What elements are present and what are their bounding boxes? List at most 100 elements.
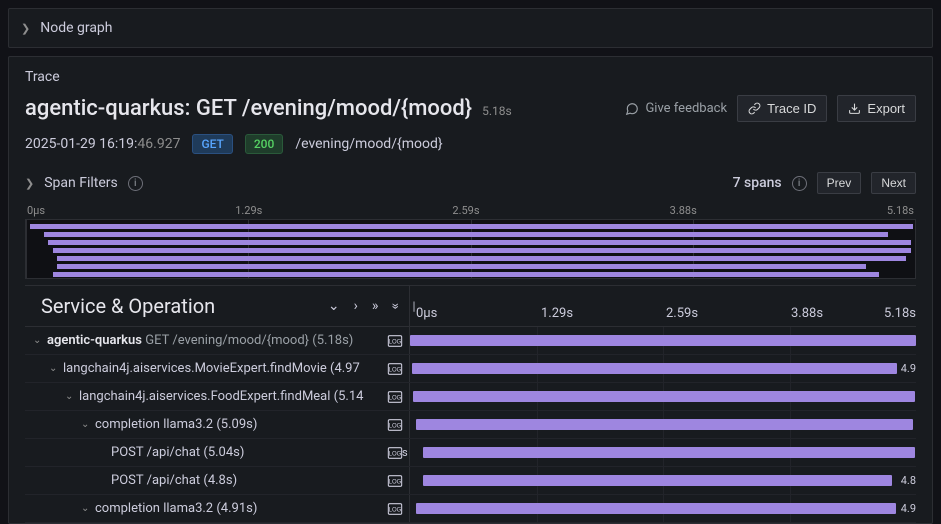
trace-duration: 5.18s (482, 104, 512, 118)
span-row[interactable]: POST /api/chat (4.8s) 4.8 (25, 467, 916, 495)
span-row[interactable]: ⌄completion llama3.2 (4.91s)4.9 (25, 495, 916, 523)
info-icon[interactable]: i (792, 176, 807, 191)
chevron-down-icon[interactable]: ⌄ (49, 363, 63, 374)
span-count: 7 spans (733, 175, 782, 191)
span-bar[interactable] (416, 503, 896, 514)
span-row[interactable]: ⌄completion llama3.2 (5.09s) (25, 411, 916, 439)
minimap-span[interactable] (57, 264, 866, 269)
next-button[interactable]: Next (871, 172, 916, 194)
trace-timestamp: 2025-01-29 16:19:46.927 (25, 136, 180, 152)
tick-label: 0μs (27, 204, 45, 217)
service-operation-header: Service & Operation ⌄ › » » || 0μs1.29s2… (25, 285, 916, 327)
chevron-down-icon[interactable]: ⌄ (81, 503, 95, 514)
span-label: completion llama3.2 (5.09s) (95, 417, 381, 432)
span-timeline (410, 327, 916, 354)
tree-controls: ⌄ › » » (328, 298, 399, 314)
tick-label: 1.29s (541, 306, 573, 321)
span-timeline: 4.8 (410, 467, 916, 494)
span-label: langchain4j.aiservices.MovieExpert.findM… (63, 361, 381, 376)
span-bar[interactable] (412, 363, 897, 374)
export-label: Export (867, 101, 905, 116)
trace-panel: Trace agentic-quarkus: GET /evening/mood… (8, 56, 933, 524)
trace-id-button[interactable]: Trace ID (737, 95, 827, 122)
chevron-right-icon: ❯ (25, 177, 34, 190)
method-pill: GET (192, 134, 232, 154)
minimap-body[interactable] (25, 219, 916, 279)
span-row[interactable]: ⌄langchain4j.aiservices.MovieExpert.find… (25, 355, 916, 383)
log-icon[interactable] (385, 361, 405, 377)
span-timeline (410, 383, 916, 410)
span-duration-label: s (402, 446, 408, 459)
span-bar[interactable] (410, 335, 916, 346)
service-operation-left: Service & Operation ⌄ › » » (25, 286, 410, 326)
expand-all-icon[interactable]: » (388, 303, 404, 310)
trace-meta: 2025-01-29 16:19:46.927 GET 200 /evening… (25, 134, 916, 154)
span-bar[interactable] (416, 419, 913, 430)
chevron-down-icon[interactable]: ⌄ (65, 391, 79, 402)
span-bar[interactable] (413, 391, 915, 402)
span-row[interactable]: ⌄langchain4j.aiservices.FoodExpert.findM… (25, 383, 916, 411)
span-label: POST /api/chat (5.04s) (111, 445, 381, 460)
minimap-ticks: 0μs 1.29s 2.59s 3.88s 5.18s (25, 204, 916, 219)
status-pill: 200 (245, 134, 283, 154)
span-timeline: 4.9 (410, 355, 916, 382)
log-icon[interactable] (385, 389, 405, 405)
minimap-span[interactable] (30, 224, 913, 229)
timeline-ticks: 0μs1.29s2.59s3.88s5.18s (416, 296, 916, 316)
info-icon[interactable]: i (128, 176, 143, 191)
span-label: agentic-quarkus GET /evening/mood/{mood}… (47, 333, 381, 348)
minimap-span[interactable] (53, 272, 880, 277)
export-icon (848, 102, 861, 115)
span-label: POST /api/chat (4.8s) (111, 473, 381, 488)
span-duration-label: 4.8 (901, 474, 916, 487)
trace-title-line: agentic-quarkus: GET /evening/mood/{mood… (25, 96, 512, 121)
span-timeline (410, 411, 916, 438)
span-timeline: s (410, 439, 916, 466)
span-row[interactable]: POST /api/chat (5.04s) s (25, 439, 916, 467)
chevron-right-icon: ❯ (21, 22, 30, 35)
minimap-span[interactable] (44, 232, 889, 237)
span-timeline: 4.9 (410, 495, 916, 522)
span-duration-label: 4.9 (901, 502, 916, 515)
link-icon (748, 102, 761, 115)
log-icon[interactable] (385, 417, 405, 433)
collapse-icon[interactable]: ⌄ (328, 298, 340, 314)
span-bar[interactable] (423, 447, 915, 458)
give-feedback-link[interactable]: Give feedback (625, 101, 727, 116)
chevron-down-icon[interactable]: ⌄ (33, 335, 47, 346)
tick-label: 2.59s (452, 204, 479, 217)
tick-label: 3.88s (670, 204, 697, 217)
span-bar[interactable] (423, 475, 892, 486)
span-filters-toggle[interactable]: ❯ Span Filters i (25, 175, 143, 191)
trace-title: agentic-quarkus: GET /evening/mood/{mood… (25, 96, 472, 121)
trace-header: agentic-quarkus: GET /evening/mood/{mood… (25, 95, 916, 122)
span-filters-label: Span Filters (44, 175, 118, 191)
minimap-span[interactable] (48, 240, 910, 245)
tick-label: 5.18s (887, 204, 914, 217)
tick-label: 3.88s (791, 306, 823, 321)
export-button[interactable]: Export (837, 95, 916, 122)
span-duration-label: 4.9 (901, 362, 916, 375)
node-graph-panel[interactable]: ❯ Node graph (8, 8, 933, 48)
span-row[interactable]: ⌄agentic-quarkus GET /evening/mood/{mood… (25, 327, 916, 355)
comment-icon (625, 102, 639, 116)
log-icon[interactable] (385, 473, 405, 489)
collapse-all-icon[interactable]: » (372, 298, 379, 314)
span-filters-right: 7 spans i Prev Next (733, 172, 916, 194)
span-label: langchain4j.aiservices.FoodExpert.findMe… (79, 389, 381, 404)
expand-icon[interactable]: › (354, 298, 358, 314)
tick-label: 1.29s (235, 204, 262, 217)
minimap-span[interactable] (53, 248, 911, 253)
log-icon[interactable] (385, 333, 405, 349)
log-icon[interactable] (385, 501, 405, 517)
tick-label: 5.18s (884, 306, 916, 321)
trace-id-label: Trace ID (767, 101, 816, 116)
trace-path: /evening/mood/{mood} (295, 136, 442, 152)
span-rows: ⌄agentic-quarkus GET /evening/mood/{mood… (25, 327, 916, 523)
header-actions: Give feedback Trace ID Export (625, 95, 916, 122)
service-operation-title: Service & Operation (41, 294, 215, 318)
chevron-down-icon[interactable]: ⌄ (81, 419, 95, 430)
prev-button[interactable]: Prev (817, 172, 862, 194)
minimap-span[interactable] (57, 256, 906, 261)
trace-label: Trace (25, 69, 916, 85)
